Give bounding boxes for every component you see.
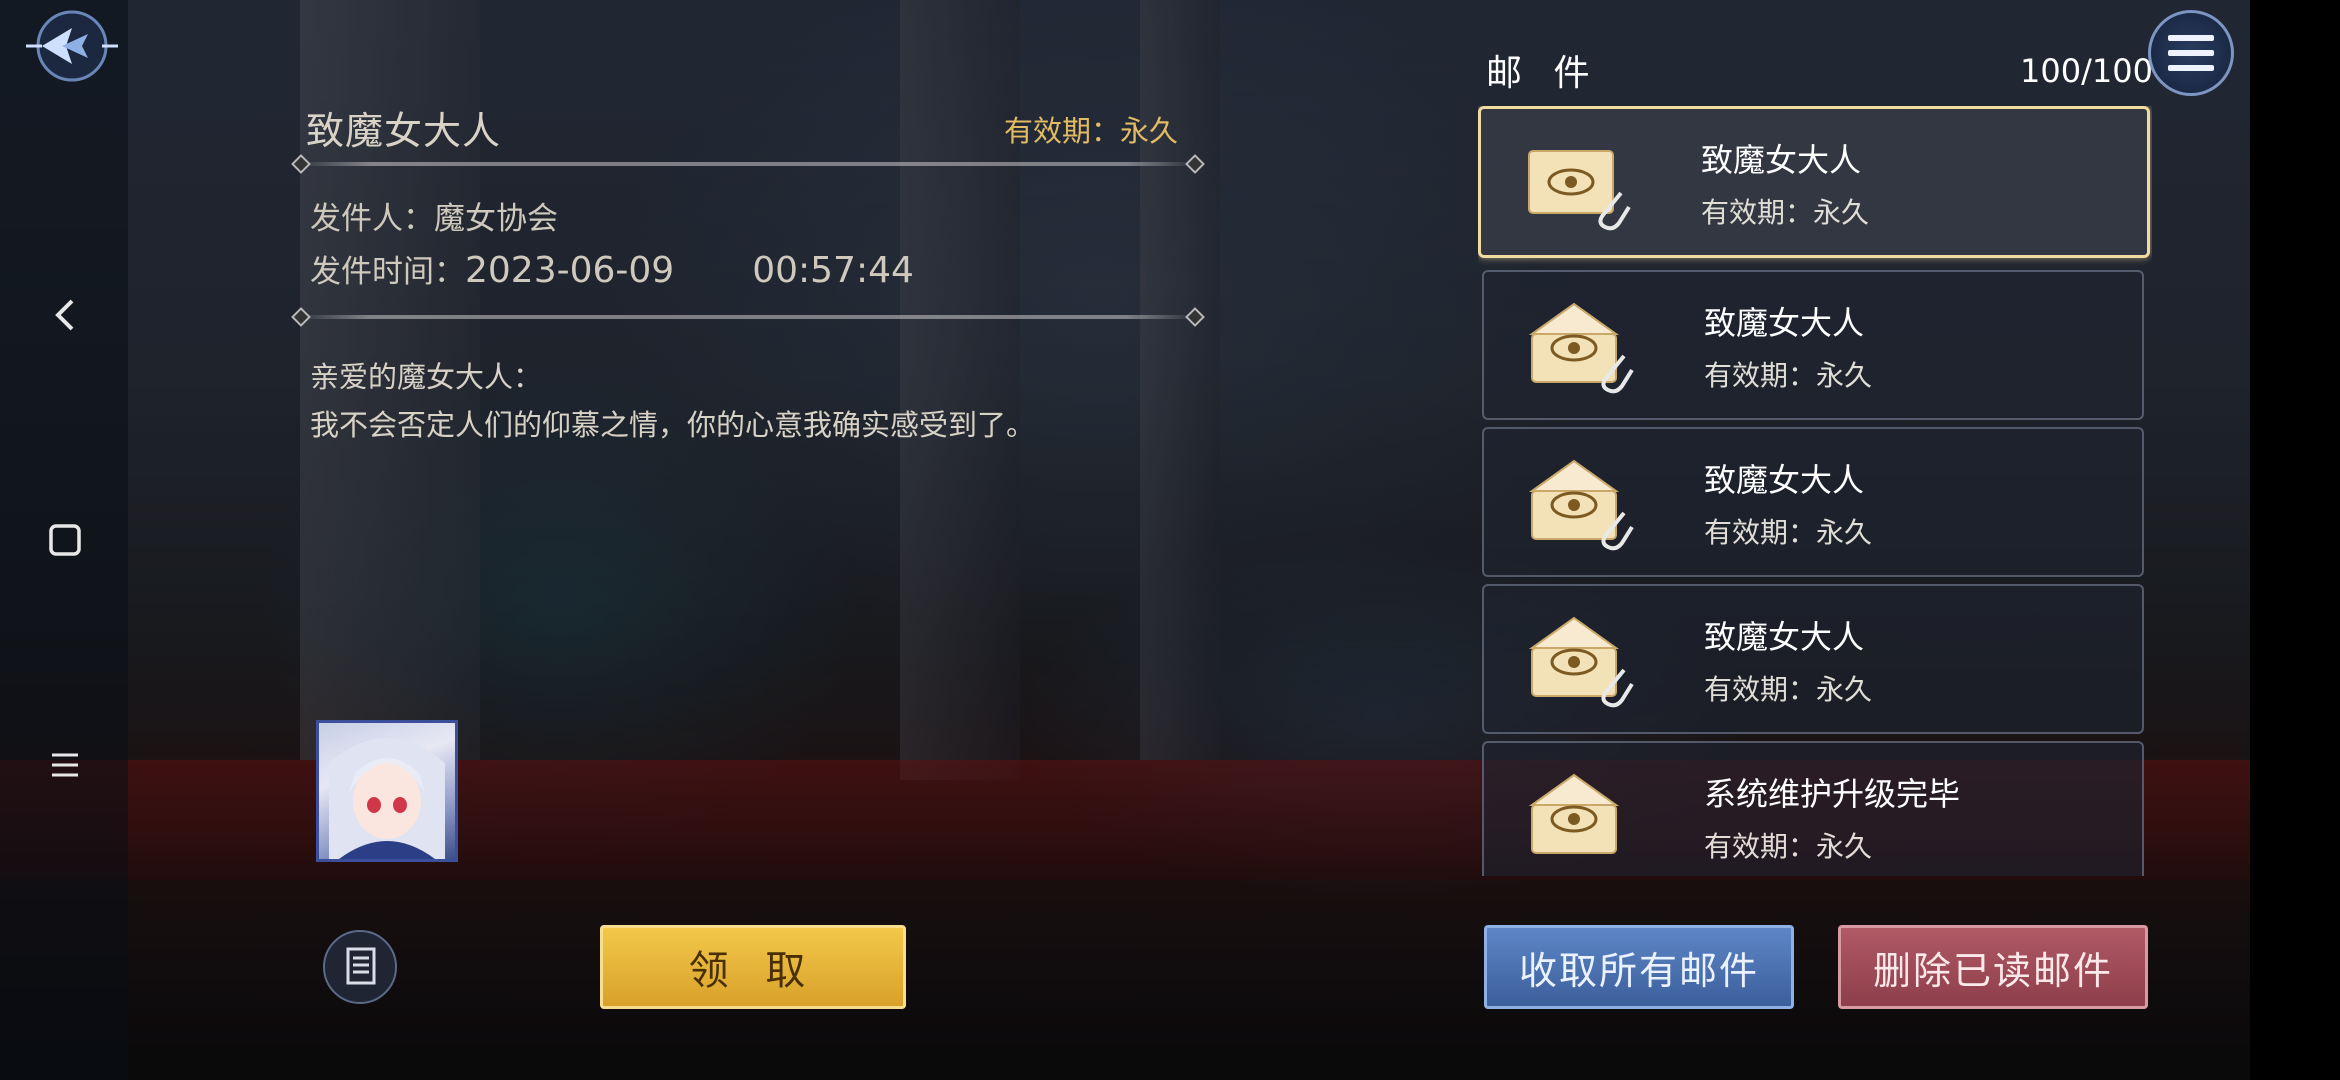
mail-item-title: 致魔女大人	[1704, 304, 1865, 342]
mail-list-item[interactable]: 致魔女大人 有效期：永久	[1478, 106, 2150, 258]
divider-bottom	[298, 315, 1198, 319]
mail-detail-validity: 有效期：永久	[1004, 114, 1179, 148]
mail-item-title: 致魔女大人	[1704, 618, 1865, 656]
mail-greeting: 亲爱的魔女大人：	[310, 360, 543, 394]
mail-item-validity: 有效期：永久	[1701, 196, 1870, 229]
mail-list-item[interactable]: 致魔女大人 有效期：永久	[1482, 270, 2144, 420]
mail-item-validity: 有效期：永久	[1704, 673, 1873, 706]
paperclip-icon	[1601, 354, 1634, 394]
mail-body: 我不会否定人们的仰慕之情，你的心意我确实感受到了。	[310, 408, 1036, 442]
send-time: 00:57:44	[752, 250, 914, 291]
document-icon	[346, 947, 376, 985]
send-date: 2023-06-09	[465, 250, 675, 291]
attachment-item-avatar[interactable]	[316, 720, 458, 862]
menu-button[interactable]	[2148, 10, 2234, 96]
back-logo-icon	[26, 10, 118, 82]
nav-recents-button[interactable]	[40, 740, 90, 790]
sender-label: 发件人：	[310, 201, 434, 237]
nav-home-button[interactable]	[40, 515, 90, 565]
chevron-left-icon	[55, 299, 74, 331]
square-icon	[49, 524, 81, 556]
character-portrait	[329, 738, 445, 859]
screen-edge	[2250, 0, 2340, 1080]
mail-item-title: 系统维护升级完毕	[1704, 775, 1961, 813]
mail-list-item[interactable]: 系统维护升级完毕 有效期：永久	[1482, 741, 2144, 876]
send-time-row: 发件时间：2023-06-09 00:57:44	[310, 246, 914, 291]
hamburger-icon	[52, 753, 78, 777]
document-button[interactable]	[323, 930, 397, 1004]
mail-item-title: 致魔女大人	[1704, 461, 1865, 499]
mail-item-title: 致魔女大人	[1701, 141, 1862, 179]
mail-count: 100/100	[2020, 52, 2153, 90]
collect-all-mail-button[interactable]: 收取所有邮件	[1484, 925, 1794, 1009]
mail-item-validity: 有效期：永久	[1704, 359, 1873, 392]
mail-detail-title: 致魔女大人	[306, 109, 502, 153]
eye-envelope-icon	[1528, 773, 1620, 854]
sender-name: 魔女协会	[434, 201, 558, 237]
mail-item-validity: 有效期：永久	[1704, 516, 1873, 549]
back-button[interactable]	[22, 6, 122, 86]
nav-back-button[interactable]	[40, 290, 90, 340]
send-time-label: 发件时间：	[310, 254, 465, 290]
system-nav-bar	[0, 0, 128, 1080]
claim-button[interactable]: 领 取	[600, 925, 906, 1009]
mail-list[interactable]: 致魔女大人 有效期：永久 致魔女大人 有效期：永久 致魔女大人 有效期：永久 致…	[1478, 106, 2152, 876]
mail-panel-title: 邮 件	[1486, 53, 1600, 94]
mail-item-validity: 有效期：永久	[1704, 830, 1873, 863]
delete-read-mail-button[interactable]: 删除已读邮件	[1838, 925, 2148, 1009]
menu-icon	[2168, 35, 2214, 71]
paperclip-icon	[1598, 191, 1631, 231]
mail-list-item[interactable]: 致魔女大人 有效期：永久	[1482, 584, 2144, 734]
paperclip-icon	[1601, 511, 1634, 551]
mail-list-item[interactable]: 致魔女大人 有效期：永久	[1482, 427, 2144, 577]
divider-top	[298, 162, 1198, 166]
paperclip-icon	[1601, 668, 1634, 708]
sender-row: 发件人：魔女协会	[310, 193, 558, 238]
